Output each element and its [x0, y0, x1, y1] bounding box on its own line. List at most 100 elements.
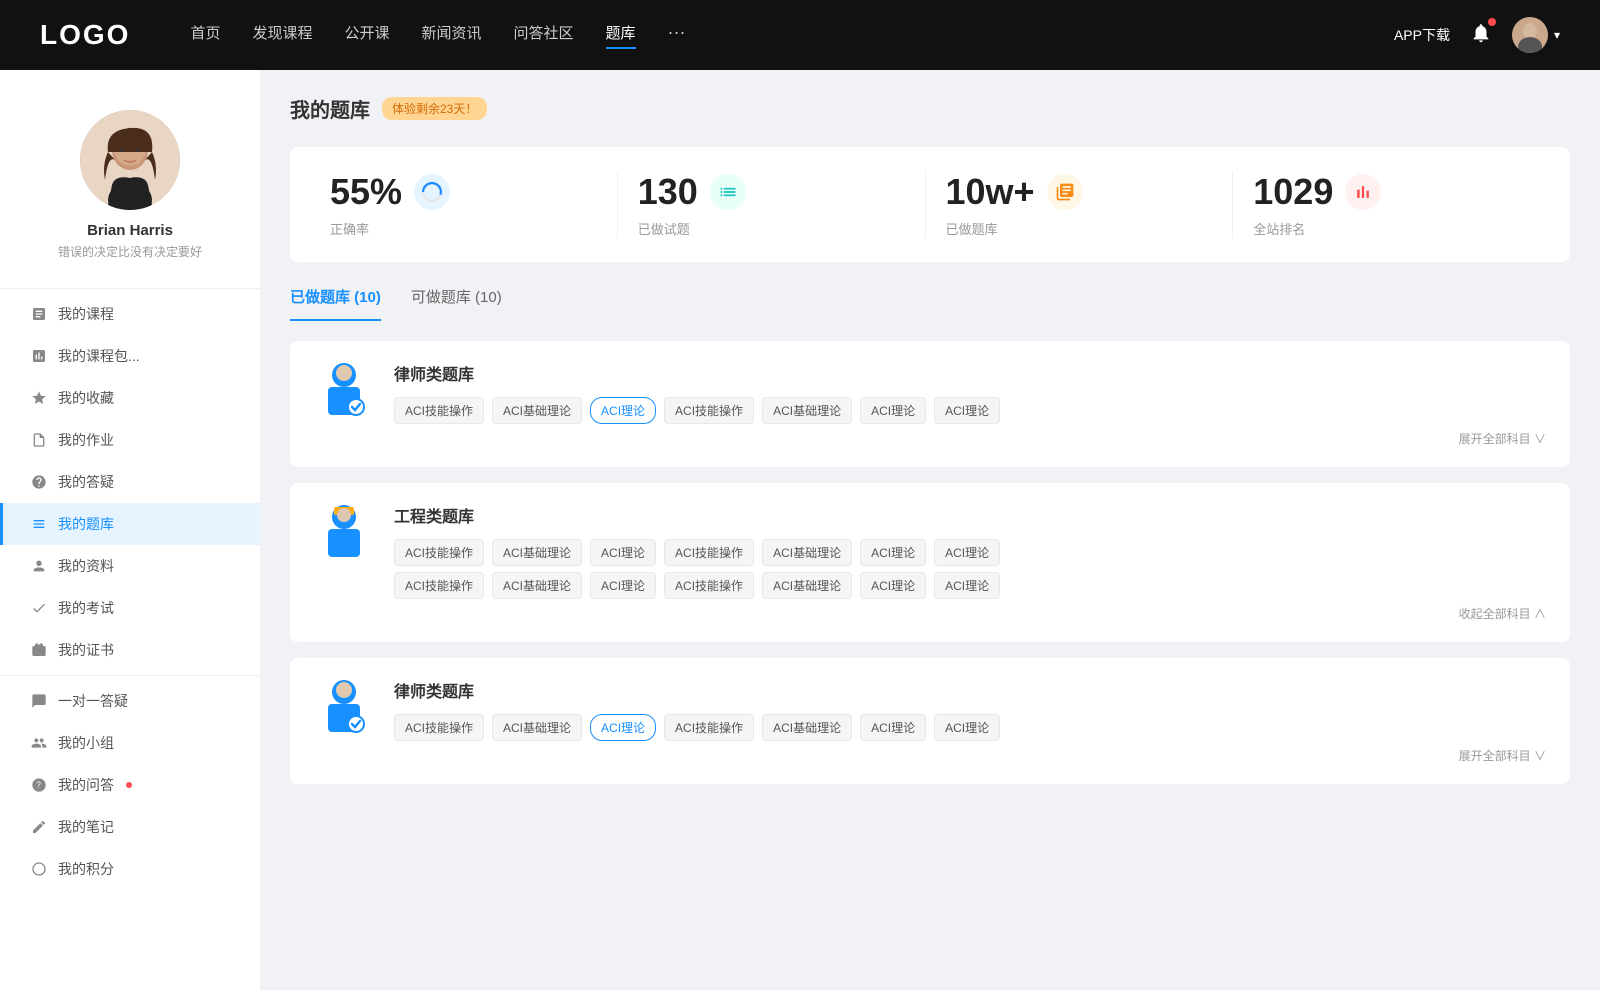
tag-2b-0[interactable]: ACI技能操作	[394, 572, 484, 599]
nav-discover[interactable]: 发现课程	[252, 22, 312, 49]
tag-3-6[interactable]: ACI理论	[934, 714, 1000, 741]
expand-btn-2[interactable]: 收起全部科目 ∧	[394, 605, 1546, 622]
app-download-button[interactable]: APP下载	[1394, 25, 1450, 45]
tag-2-4[interactable]: ACI基础理论	[762, 539, 852, 566]
stat-value-ranking: 1029	[1253, 171, 1333, 213]
main-nav: 首页 发现课程 公开课 新闻资讯 问答社区 题库 ···	[190, 22, 1354, 49]
ranking-icon	[1345, 174, 1381, 210]
nav-qbank[interactable]: 题库	[606, 22, 636, 49]
tag-3-5[interactable]: ACI理论	[860, 714, 926, 741]
tag-1-3[interactable]: ACI技能操作	[664, 397, 754, 424]
tag-2-0[interactable]: ACI技能操作	[394, 539, 484, 566]
sidebar-menu: 我的课程 我的课程包... 我的收藏 我的作业	[0, 293, 260, 890]
tags-row-2b: ACI技能操作 ACI基础理论 ACI理论 ACI技能操作 ACI基础理论 AC…	[394, 572, 1546, 599]
tag-2-6[interactable]: ACI理论	[934, 539, 1000, 566]
tag-1-0[interactable]: ACI技能操作	[394, 397, 484, 424]
tag-2b-2[interactable]: ACI理论	[590, 572, 656, 599]
tag-2-2[interactable]: ACI理论	[590, 539, 656, 566]
engineer-figure-icon	[314, 503, 374, 573]
tag-2b-4[interactable]: ACI基础理论	[762, 572, 852, 599]
sidebar-item-certificate[interactable]: 我的证书	[0, 629, 260, 671]
avatar-chevron: ▾	[1554, 28, 1560, 42]
sidebar-item-exam[interactable]: 我的考试	[0, 587, 260, 629]
tags-row-3: ACI技能操作 ACI基础理论 ACI理论 ACI技能操作 ACI基础理论 AC…	[394, 714, 1546, 741]
tag-1-2[interactable]: ACI理论	[590, 397, 656, 424]
expand-btn-1[interactable]: 展开全部科目 ∨	[394, 430, 1546, 447]
qbank-icon-lawyer-3	[314, 678, 374, 748]
tag-3-1[interactable]: ACI基础理论	[492, 714, 582, 741]
qbank-icon-engineer	[314, 503, 374, 573]
sidebar-item-group[interactable]: 我的小组	[0, 722, 260, 764]
sidebar-item-my-qa[interactable]: 我的答疑	[0, 461, 260, 503]
nav-home[interactable]: 首页	[190, 22, 220, 49]
tag-2-5[interactable]: ACI理论	[860, 539, 926, 566]
tag-1-4[interactable]: ACI基础理论	[762, 397, 852, 424]
sidebar-item-qbank[interactable]: 我的题库	[0, 503, 260, 545]
header-right: APP下载 ▾	[1394, 17, 1560, 53]
tag-1-5[interactable]: ACI理论	[860, 397, 926, 424]
tags-row-1: ACI技能操作 ACI基础理论 ACI理论 ACI技能操作 ACI基础理论 AC…	[394, 397, 1546, 424]
stats-card: 55% 正确率 130	[290, 147, 1570, 262]
trial-badge: 体验剩余23天！	[382, 97, 487, 120]
profile-motto: 错误的决定比没有决定要好	[58, 243, 202, 260]
sidebar-item-my-course[interactable]: 我的课程	[0, 293, 260, 335]
tag-2-1[interactable]: ACI基础理论	[492, 539, 582, 566]
sidebar-item-notes[interactable]: 我的笔记	[0, 806, 260, 848]
sidebar-item-course-package[interactable]: 我的课程包...	[0, 335, 260, 377]
stat-top-accuracy: 55%	[330, 171, 450, 213]
sidebar-item-profile[interactable]: 我的资料	[0, 545, 260, 587]
qbank-content-2: 工程类题库 ACI技能操作 ACI基础理论 ACI理论 ACI技能操作 ACI基…	[394, 503, 1546, 622]
tag-2-3[interactable]: ACI技能操作	[664, 539, 754, 566]
nav-more[interactable]: ···	[668, 22, 686, 49]
tag-3-4[interactable]: ACI基础理论	[762, 714, 852, 741]
nav-news[interactable]: 新闻资讯	[422, 22, 482, 49]
menu-label-qbank: 我的题库	[58, 514, 114, 534]
tags-row-2a: ACI技能操作 ACI基础理论 ACI理论 ACI技能操作 ACI基础理论 AC…	[394, 539, 1546, 566]
tabs-row: 已做题库 (10) 可做题库 (10)	[290, 286, 1570, 321]
sidebar-divider-2	[0, 675, 260, 676]
tag-3-3[interactable]: ACI技能操作	[664, 714, 754, 741]
menu-label-notes: 我的笔记	[58, 817, 114, 837]
avatar	[1512, 17, 1548, 53]
tag-3-2[interactable]: ACI理论	[590, 714, 656, 741]
tab-done[interactable]: 已做题库 (10)	[290, 286, 381, 321]
stat-label-ranking: 全站排名	[1253, 219, 1305, 238]
logo: LOGO	[40, 19, 130, 51]
sidebar-item-my-questions[interactable]: ? 我的问答	[0, 764, 260, 806]
star-icon	[30, 389, 48, 407]
menu-label-points: 我的积分	[58, 859, 114, 879]
tag-3-0[interactable]: ACI技能操作	[394, 714, 484, 741]
avatar-image	[1512, 17, 1548, 53]
profile-section: Brian Harris 错误的决定比没有决定要好	[0, 90, 260, 284]
stat-value-accuracy: 55%	[330, 171, 402, 213]
tag-2b-3[interactable]: ACI技能操作	[664, 572, 754, 599]
sidebar-item-favorites[interactable]: 我的收藏	[0, 377, 260, 419]
package-icon	[30, 347, 48, 365]
book-icon	[1055, 182, 1075, 202]
page-title-row: 我的题库 体验剩余23天！	[290, 94, 1570, 123]
page-body: Brian Harris 错误的决定比没有决定要好 我的课程 我的课程包...	[0, 70, 1600, 990]
tag-1-6[interactable]: ACI理论	[934, 397, 1000, 424]
tag-2b-1[interactable]: ACI基础理论	[492, 572, 582, 599]
nav-open-course[interactable]: 公开课	[344, 22, 389, 49]
sidebar-item-points[interactable]: 我的积分	[0, 848, 260, 890]
tag-1-1[interactable]: ACI基础理论	[492, 397, 582, 424]
tag-2b-6[interactable]: ACI理论	[934, 572, 1000, 599]
qbank-card-3: 律师类题库 ACI技能操作 ACI基础理论 ACI理论 ACI技能操作 ACI基…	[290, 658, 1570, 784]
tab-available[interactable]: 可做题库 (10)	[411, 286, 502, 321]
menu-label-group: 我的小组	[58, 733, 114, 753]
sidebar-item-tutor[interactable]: 一对一答疑	[0, 680, 260, 722]
user-avatar-area[interactable]: ▾	[1512, 17, 1560, 53]
nav-qa[interactable]: 问答社区	[514, 22, 574, 49]
notification-badge	[1488, 18, 1496, 26]
stat-label-done-banks: 已做题库	[946, 219, 998, 238]
lawyer-figure-icon-3	[314, 678, 374, 748]
tag-2b-5[interactable]: ACI理论	[860, 572, 926, 599]
notification-bell[interactable]	[1470, 22, 1492, 49]
sidebar-item-homework[interactable]: 我的作业	[0, 419, 260, 461]
stat-label-accuracy: 正确率	[330, 219, 369, 238]
stat-top-ranking: 1029	[1253, 171, 1381, 213]
points-icon	[30, 860, 48, 878]
expand-btn-3[interactable]: 展开全部科目 ∨	[394, 747, 1546, 764]
pie-chart-icon	[422, 182, 442, 202]
